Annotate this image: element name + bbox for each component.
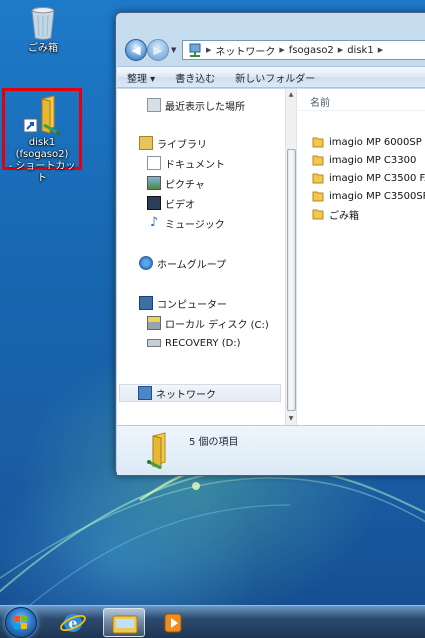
nav-label: ホームグループ bbox=[157, 259, 227, 271]
command-bar: 整理 ▾ 書き込む 新しいフォルダー bbox=[117, 66, 425, 88]
back-button[interactable]: ◀ bbox=[125, 39, 147, 61]
homegroup-icon bbox=[139, 256, 153, 270]
scroll-down-icon[interactable]: ▼ bbox=[286, 413, 296, 425]
folder-shortcut-icon bbox=[23, 95, 60, 135]
file-list: 名前 ^ imagio MP 6000SP imagio MP C3300 im… bbox=[298, 89, 425, 425]
file-name: ごみ箱 bbox=[329, 210, 359, 222]
breadcrumb-network[interactable]: ネットワーク bbox=[212, 43, 278, 58]
breadcrumb-separator-icon[interactable]: ▶ bbox=[278, 46, 285, 54]
nav-item-recent[interactable]: 最近表示した場所 bbox=[147, 96, 245, 114]
address-bar[interactable]: ▶ ネットワーク ▶ fsogaso2 ▶ disk1 ▶ bbox=[182, 40, 425, 60]
list-item[interactable]: imagio MP C3500 FA bbox=[312, 169, 425, 187]
shortcut-label-line2: - ショートカット bbox=[8, 161, 76, 184]
desktop-shortcut-disk1[interactable]: disk1 (fsogaso2) - ショートカット bbox=[2, 88, 82, 184]
folder-icon bbox=[312, 209, 324, 220]
local-disk-icon bbox=[147, 316, 161, 330]
file-name: imagio MP C3300 bbox=[329, 154, 417, 166]
nav-item-music[interactable]: ♪ ミュージック bbox=[147, 214, 225, 232]
scroll-up-icon[interactable]: ▲ bbox=[286, 89, 296, 101]
desktop-recycle-bin[interactable]: ごみ箱 bbox=[3, 5, 83, 55]
nav-label: ミュージック bbox=[165, 219, 225, 231]
nav-label: ビデオ bbox=[165, 199, 195, 211]
drive-icon bbox=[147, 339, 161, 347]
recycle-bin-label: ごみ箱 bbox=[28, 43, 58, 54]
folder-icon bbox=[312, 155, 324, 166]
navigation-scrollbar[interactable]: ▲ ▼ bbox=[285, 89, 297, 425]
taskbar-explorer[interactable] bbox=[103, 608, 145, 637]
start-button[interactable] bbox=[5, 607, 37, 638]
internet-explorer-icon: e bbox=[60, 614, 86, 632]
new-folder-button[interactable]: 新しいフォルダー bbox=[225, 70, 325, 85]
folder-icon bbox=[312, 137, 324, 148]
breadcrumb-separator-icon[interactable]: ▶ bbox=[377, 46, 384, 54]
taskbar: e bbox=[0, 605, 425, 638]
network-icon bbox=[189, 43, 201, 57]
media-player-icon bbox=[164, 613, 182, 633]
videos-icon bbox=[147, 196, 161, 210]
burn-button[interactable]: 書き込む bbox=[165, 70, 225, 85]
list-item[interactable]: imagio MP 6000SP bbox=[312, 133, 422, 151]
shortcut-label-line1: disk1 (fsogaso2) bbox=[15, 137, 69, 160]
taskbar-media-player[interactable] bbox=[153, 608, 195, 637]
computer-icon bbox=[139, 296, 153, 310]
folder-icon bbox=[312, 191, 324, 202]
nav-item-pictures[interactable]: ピクチャ bbox=[147, 174, 205, 192]
library-icon bbox=[139, 136, 153, 150]
list-item[interactable]: imagio MP C3300 bbox=[312, 151, 416, 169]
content-pane: 最近表示した場所 ライブラリ ドキュメント ピクチャ ビデオ ♪ ミュージック … bbox=[117, 89, 425, 425]
breadcrumb-separator-icon[interactable]: ▶ bbox=[337, 46, 344, 54]
nav-label: ローカル ディスク (C:) bbox=[165, 319, 269, 331]
folder-shortcut-icon bbox=[147, 432, 166, 470]
file-name: imagio MP C3500 FA bbox=[329, 172, 425, 184]
column-header-label: 名前 bbox=[310, 98, 330, 109]
history-dropdown-icon[interactable]: ▼ bbox=[171, 46, 179, 54]
taskbar-internet-explorer[interactable]: e bbox=[52, 608, 94, 637]
nav-item-computer[interactable]: コンピューター bbox=[139, 294, 227, 312]
nav-label: RECOVERY (D:) bbox=[165, 337, 241, 349]
nav-label: ドキュメント bbox=[165, 159, 225, 171]
nav-label: ピクチャ bbox=[165, 179, 205, 191]
pictures-icon bbox=[147, 176, 161, 190]
windows-logo-icon bbox=[14, 616, 27, 629]
address-row: ◀ ▶ ▼ ▶ ネットワーク ▶ fsogaso2 ▶ disk1 ▶ bbox=[122, 37, 425, 63]
column-header-name[interactable]: 名前 ^ bbox=[298, 89, 425, 111]
item-count: 5 個の項目 bbox=[189, 437, 239, 448]
documents-icon bbox=[147, 156, 161, 170]
list-item[interactable]: imagio MP C3500SP bbox=[312, 187, 425, 205]
nav-item-recovery[interactable]: RECOVERY (D:) bbox=[147, 334, 241, 352]
nav-item-homegroup[interactable]: ホームグループ bbox=[139, 254, 226, 272]
file-name: imagio MP C3500SP bbox=[329, 190, 425, 202]
file-name: imagio MP 6000SP bbox=[329, 136, 422, 148]
nav-item-videos[interactable]: ビデオ bbox=[147, 194, 195, 212]
list-item[interactable]: ごみ箱 bbox=[312, 205, 359, 223]
nav-item-documents[interactable]: ドキュメント bbox=[147, 154, 225, 172]
nav-label: 最近表示した場所 bbox=[165, 101, 245, 113]
recent-places-icon bbox=[147, 98, 161, 112]
explorer-window[interactable]: ◀ ▶ ▼ ▶ ネットワーク ▶ fsogaso2 ▶ disk1 ▶ 整理 ▾… bbox=[115, 12, 425, 476]
recycle-bin-icon bbox=[31, 7, 55, 40]
breadcrumb-fsogaso2[interactable]: fsogaso2 bbox=[286, 45, 337, 56]
breadcrumb-separator-icon[interactable]: ▶ bbox=[205, 46, 212, 54]
organize-button[interactable]: 整理 ▾ bbox=[117, 70, 165, 85]
nav-label: ネットワーク bbox=[156, 389, 216, 401]
details-pane: 5 個の項目 bbox=[117, 425, 425, 475]
scrollbar-thumb[interactable] bbox=[287, 149, 296, 411]
explorer-icon bbox=[112, 615, 138, 634]
nav-item-local-disk[interactable]: ローカル ディスク (C:) bbox=[147, 314, 269, 332]
desktop: ごみ箱 disk1 (fsogaso2) - ショートカット ◀ ▶ ▼ ▶ ネ… bbox=[0, 0, 425, 605]
nav-label: コンピューター bbox=[157, 299, 227, 311]
music-icon: ♪ bbox=[149, 215, 159, 230]
nav-item-network[interactable]: ネットワーク bbox=[119, 384, 281, 402]
navigation-pane: 最近表示した場所 ライブラリ ドキュメント ピクチャ ビデオ ♪ ミュージック … bbox=[117, 89, 285, 425]
nav-item-libraries[interactable]: ライブラリ bbox=[139, 134, 207, 152]
folder-icon bbox=[312, 173, 324, 184]
breadcrumb-disk1[interactable]: disk1 bbox=[344, 45, 377, 56]
nav-label: ライブラリ bbox=[157, 139, 207, 151]
network-icon bbox=[138, 386, 152, 400]
forward-button[interactable]: ▶ bbox=[147, 39, 169, 61]
